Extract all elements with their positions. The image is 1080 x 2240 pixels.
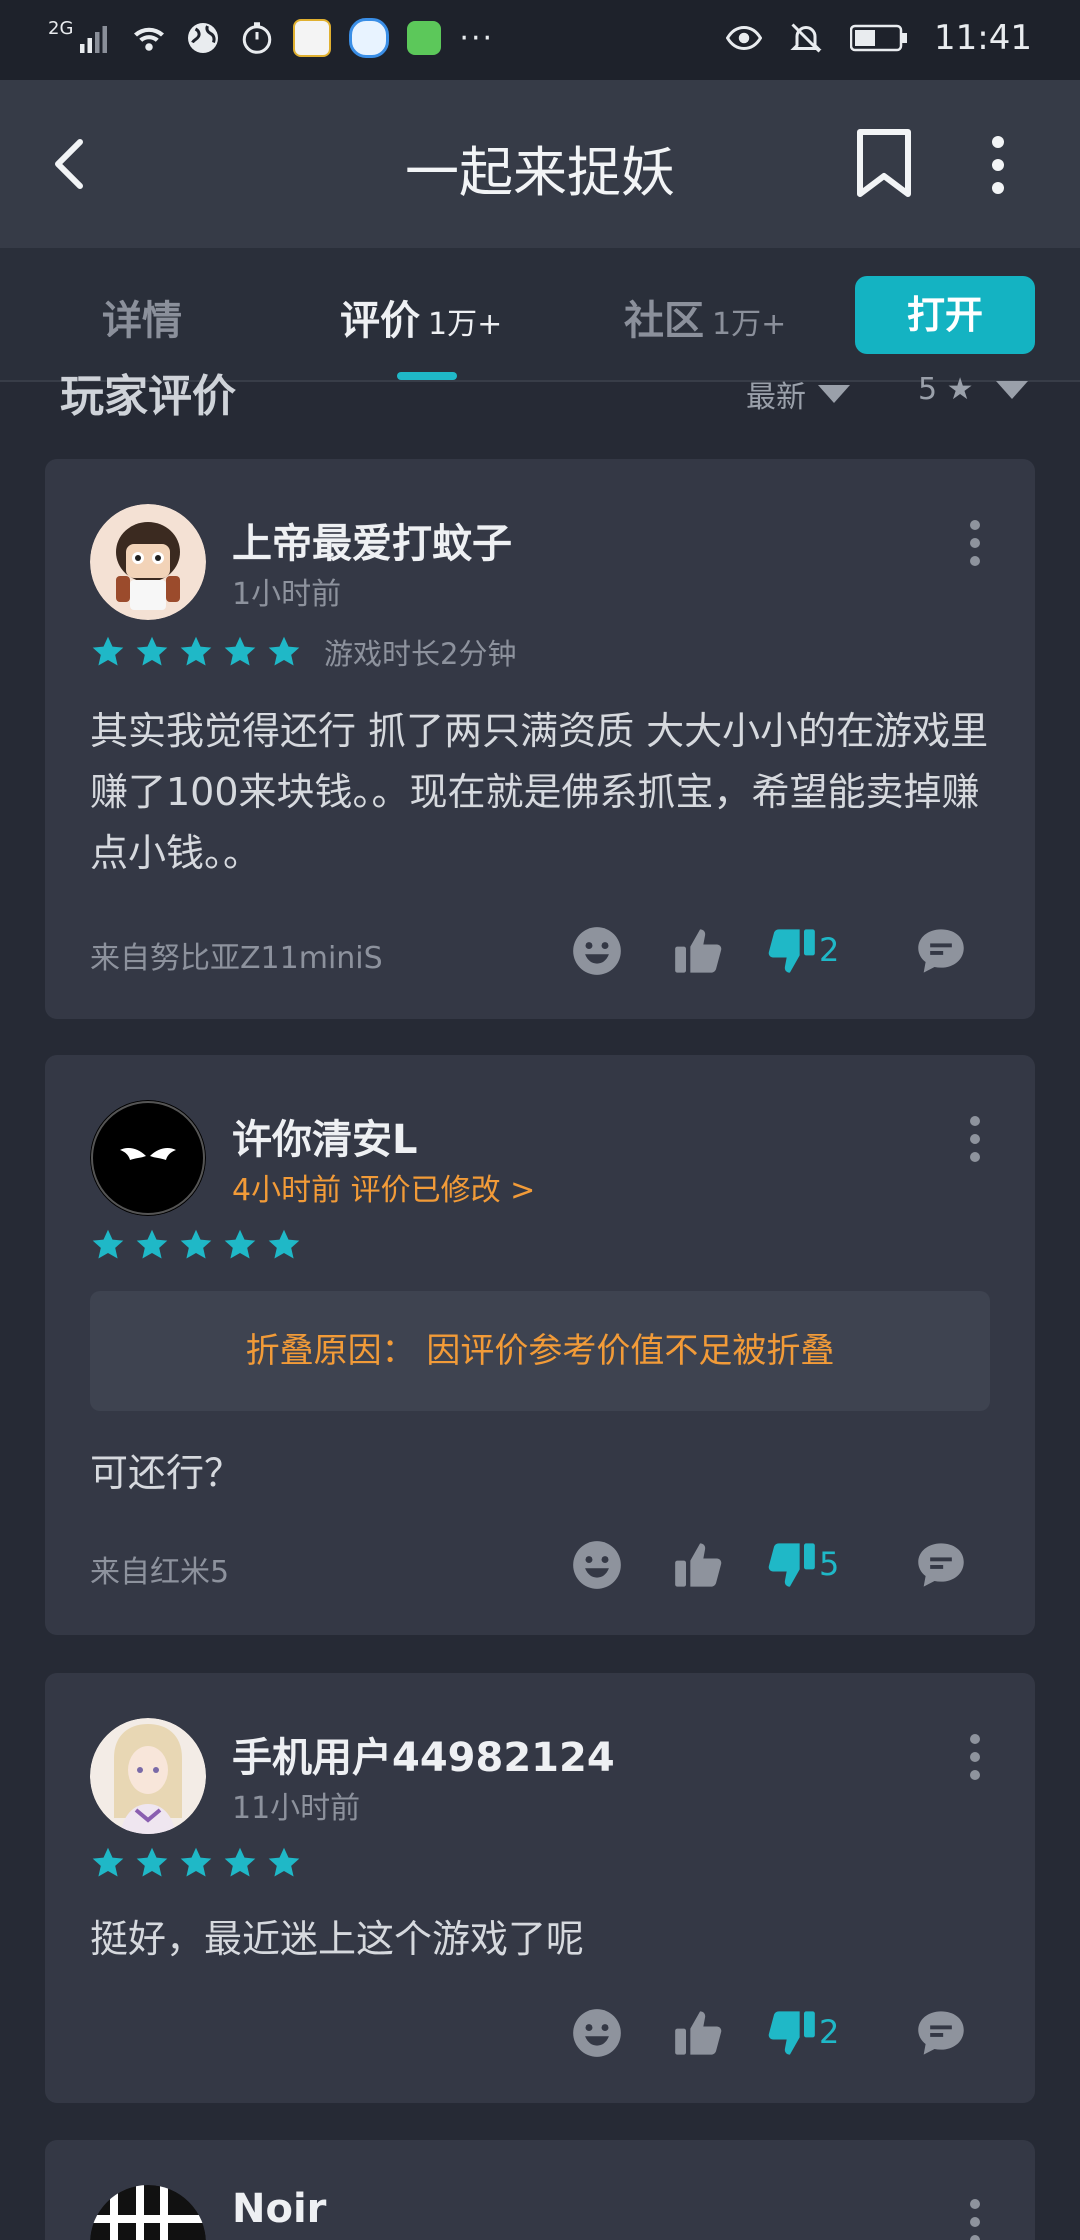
playtime: 游戏时长2分钟 [324, 637, 517, 671]
thumbs-up-icon[interactable] [673, 925, 725, 977]
clock: 11:41 [934, 18, 1032, 58]
sort-label: 最新 [746, 380, 806, 415]
tab-community-label: 社区 [624, 298, 704, 344]
thumbs-up-icon[interactable] [673, 1539, 725, 1591]
active-tab-indicator [397, 372, 457, 380]
review-actions: 5 [565, 1539, 1015, 1599]
rating-filter-dropdown[interactable]: 5 ★ [918, 372, 1028, 407]
review-text[interactable]: 挺好，最近迷上这个游戏了呢 [90, 1909, 990, 1970]
username[interactable]: 手机用户44982124 [232, 1725, 615, 1783]
comment-icon[interactable] [915, 1539, 967, 1591]
battery-icon [850, 24, 908, 52]
wifi-icon [134, 27, 165, 51]
app-icon-1 [293, 19, 332, 57]
app-icon-3 [407, 21, 442, 55]
star-icon [134, 634, 170, 670]
thumbs-down-icon[interactable] [765, 925, 817, 977]
star-icon [222, 634, 258, 670]
dislike-count: 5 [819, 1545, 840, 1583]
more-notifications-icon: ··· [459, 20, 495, 56]
chevron-down-icon [995, 380, 1028, 399]
review-actions: 2 [565, 2007, 1015, 2067]
fold-reason-banner[interactable]: 折叠原因： 因评价参考价值不足被折叠 [90, 1291, 990, 1411]
star-icon [222, 1845, 258, 1881]
rating-stars: 游戏时长2分钟 [90, 631, 516, 673]
review-time: 1小时前 [232, 577, 342, 612]
star-icon [90, 1845, 126, 1881]
tab-reviews-label: 评价 [340, 298, 420, 344]
review-actions: 2 [565, 925, 1015, 985]
star-icon [222, 1227, 258, 1263]
avatar[interactable] [90, 2185, 206, 2240]
review-more-icon[interactable] [967, 1113, 983, 1165]
app-icon-2 [349, 18, 390, 58]
rating-stars [90, 1845, 302, 1881]
rating-stars [90, 1227, 302, 1263]
review-more-icon[interactable] [967, 1731, 983, 1783]
username[interactable]: 上帝最爱打蚊子 [232, 511, 512, 569]
more-options-icon[interactable] [978, 130, 1018, 200]
review-more-icon[interactable] [967, 2196, 983, 2240]
section-title: 玩家评价 [60, 371, 236, 422]
avatar[interactable] [90, 504, 206, 620]
username[interactable]: 许你清安L [232, 1107, 418, 1165]
tab-community-count: 1万+ [712, 307, 787, 342]
thumbs-down-icon[interactable] [765, 2007, 817, 2059]
bookmark-icon[interactable] [852, 128, 916, 198]
signal-icon [80, 26, 108, 53]
review-time: 11小时前 [232, 1791, 361, 1826]
star-icon [178, 1845, 214, 1881]
tab-reviews-count: 1万+ [428, 307, 503, 342]
username[interactable]: Noir [232, 2186, 326, 2232]
tab-details-label: 详情 [102, 298, 182, 344]
star-icon [134, 1845, 170, 1881]
review-card: 许你清安L 4小时前 评价已修改 > 折叠原因： 因评价参考价值不足被折叠 可还… [45, 1055, 1035, 1635]
chevron-down-icon [818, 385, 850, 403]
star-icon [178, 1227, 214, 1263]
device-label: 来自红米5 [90, 1555, 230, 1590]
review-card: Noir [45, 2140, 1035, 2240]
review-more-icon[interactable] [967, 517, 983, 569]
review-text[interactable]: 其实我觉得还行 抓了两只满资质 大大小小的在游戏里赚了100来块钱。。现在就是佛… [90, 701, 990, 884]
comment-icon[interactable] [915, 925, 967, 977]
review-card: 上帝最爱打蚊子 1小时前 游戏时长2分钟 其实我觉得还行 抓了两只满资质 大大小… [45, 459, 1035, 1019]
device-label: 来自努比亚Z11miniS [90, 941, 383, 976]
star-icon [178, 634, 214, 670]
star-icon [90, 634, 126, 670]
open-button[interactable]: 打开 [855, 276, 1035, 354]
title-bar: 一起来捉妖 [0, 80, 1080, 248]
timer-icon [243, 22, 272, 54]
emoji-reaction-icon[interactable] [571, 2007, 623, 2059]
avatar[interactable] [90, 1718, 206, 1834]
review-text[interactable]: 可还行？ [90, 1443, 990, 1504]
star-icon [134, 1227, 170, 1263]
dislike-count: 2 [819, 2013, 840, 2051]
thumbs-down-icon[interactable] [765, 1539, 817, 1591]
comment-icon[interactable] [915, 2007, 967, 2059]
thumbs-up-icon[interactable] [673, 2007, 725, 2059]
emoji-reaction-icon[interactable] [571, 925, 623, 977]
sort-dropdown[interactable]: 最新 [746, 372, 850, 416]
star-icon [266, 634, 302, 670]
avatar[interactable] [90, 1100, 206, 1216]
mute-bell-icon [790, 23, 822, 53]
page-title: 一起来捉妖 [405, 141, 675, 204]
rating-filter-label: 5 ★ [918, 372, 974, 407]
tab-reviews[interactable]: 评价 1万+ [340, 288, 502, 346]
tab-community[interactable]: 社区 1万+ [624, 288, 786, 346]
star-icon [266, 1227, 302, 1263]
network-label: 2G [48, 18, 74, 39]
dislike-count: 2 [819, 931, 840, 969]
star-icon [266, 1845, 302, 1881]
review-card: 手机用户44982124 11小时前 挺好，最近迷上这个游戏了呢 2 [45, 1673, 1035, 2103]
emoji-reaction-icon[interactable] [571, 1539, 623, 1591]
star-icon [90, 1227, 126, 1263]
eye-icon [726, 25, 763, 51]
globe-icon [188, 23, 219, 53]
review-time-edited[interactable]: 4小时前 评价已修改 > [232, 1165, 535, 1209]
tab-details[interactable]: 详情 [102, 288, 182, 346]
status-bar: 2G ··· 11:41 [0, 0, 1080, 80]
